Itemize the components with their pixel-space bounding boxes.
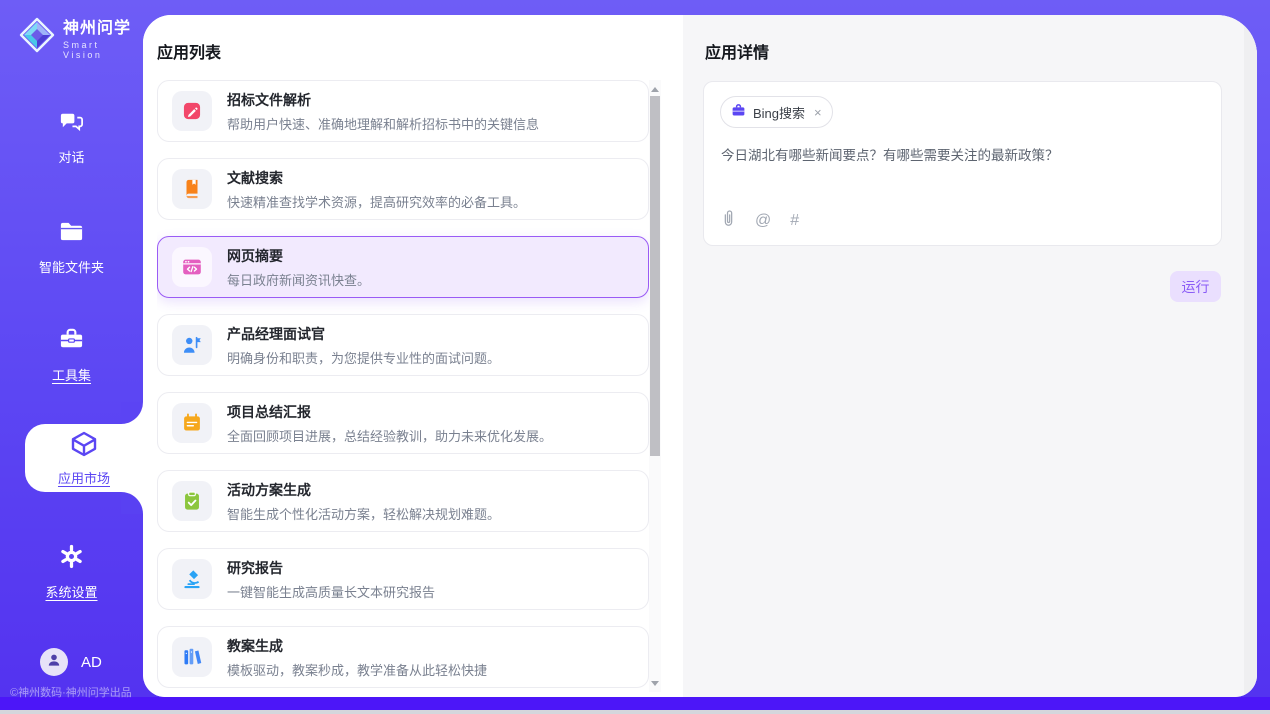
- card-text: 文献搜索 快速精准查找学术资源，提高研究效率的必备工具。: [227, 168, 526, 211]
- cube-icon: [70, 430, 98, 463]
- app-card-pm-interviewer[interactable]: 产品经理面试官 明确身份和职责，为您提供专业性的面试问题。: [157, 314, 649, 376]
- close-icon[interactable]: ×: [814, 105, 822, 120]
- card-text: 网页摘要 每日政府新闻资讯快查。: [227, 246, 370, 289]
- app-card-title: 研究报告: [227, 558, 435, 578]
- card-text: 活动方案生成 智能生成个性化活动方案，轻松解决规划难题。: [227, 480, 500, 523]
- microscope-icon: [172, 559, 212, 599]
- app-card-lesson-plan[interactable]: 教案生成 模板驱动，教案秒成，教学准备从此轻松快捷: [157, 626, 649, 688]
- calendar-icon: [172, 403, 212, 443]
- brand-name: 神州问学: [63, 14, 143, 38]
- copyright-footer: ©神州数码·神州问学出品: [10, 684, 132, 700]
- app-card-bid-parsing[interactable]: 招标文件解析 帮助用户快速、准确地理解和解析招标书中的关键信息: [157, 80, 649, 142]
- card-text: 招标文件解析 帮助用户快速、准确地理解和解析招标书中的关键信息: [227, 90, 539, 133]
- composer-toolbar: @ #: [721, 209, 799, 232]
- sidebar-item-label: 智能文件夹: [39, 257, 104, 276]
- app-card-list: 招标文件解析 帮助用户快速、准确地理解和解析招标书中的关键信息 文献搜索: [157, 80, 649, 692]
- tool-chip-label: Bing搜索: [753, 103, 805, 122]
- paperclip-icon[interactable]: [721, 209, 736, 232]
- bubble-curve-top: [121, 402, 143, 424]
- sidebar-item-settings[interactable]: 系统设置: [0, 543, 143, 601]
- sidebar: 神州问学 Smart Vision 对话 智能文件夹: [0, 0, 143, 714]
- app-card-desc: 全面回顾项目进展，总结经验教训，助力未来优化发展。: [227, 426, 552, 445]
- app-detail-title: 应用详情: [705, 39, 769, 63]
- app-card-desc: 每日政府新闻资讯快查。: [227, 270, 370, 289]
- sidebar-item-app-market-inner: 应用市场: [25, 424, 143, 492]
- query-composer[interactable]: Bing搜索 × 今日湖北有哪些新闻要点？有哪些需要关注的最新政策？ @ #: [703, 81, 1222, 246]
- brand-subtitle: Smart Vision: [63, 40, 143, 60]
- window-bottom-band: [0, 697, 1270, 710]
- browser-code-icon: [172, 247, 212, 287]
- app-card-project-summary[interactable]: 项目总结汇报 全面回顾项目进展，总结经验教训，助力未来优化发展。: [157, 392, 649, 454]
- sidebar-item-label: 应用市场: [58, 468, 110, 487]
- avatar: [40, 648, 68, 676]
- app-card-desc: 模板驱动，教案秒成，教学准备从此轻松快捷: [227, 660, 487, 679]
- screen-edge: [0, 710, 1270, 714]
- card-text: 产品经理面试官 明确身份和职责，为您提供专业性的面试问题。: [227, 324, 500, 367]
- at-icon[interactable]: @: [755, 213, 771, 229]
- main-content: 应用列表 招标文件解析 帮助用户快速、准确地理解和解析招标书中的关键信息: [143, 15, 1257, 697]
- app-card-title: 招标文件解析: [227, 90, 539, 110]
- sidebar-item-label: 工具集: [52, 365, 91, 384]
- list-scrollbar[interactable]: [649, 80, 661, 692]
- app-card-desc: 明确身份和职责，为您提供专业性的面试问题。: [227, 348, 500, 367]
- app-card-desc: 快速精准查找学术资源，提高研究效率的必备工具。: [227, 192, 526, 211]
- folder-icon: [58, 218, 85, 250]
- app-card-research-report[interactable]: 研究报告 一键智能生成高质量长文本研究报告: [157, 548, 649, 610]
- person-icon: [46, 652, 62, 673]
- user-account[interactable]: AD: [40, 648, 102, 676]
- brand-logo: 神州问学 Smart Vision: [18, 14, 143, 60]
- app-detail-panel: 应用详情 Bing搜索 × 今日湖北有哪些新闻要点？有哪些需要关注的最新政策？: [683, 15, 1257, 697]
- app-list-title: 应用列表: [157, 39, 221, 63]
- query-text-input[interactable]: 今日湖北有哪些新闻要点？有哪些需要关注的最新政策？: [721, 146, 1205, 165]
- run-button[interactable]: 运行: [1170, 271, 1221, 302]
- detail-scrollbar-track[interactable]: [1244, 15, 1257, 697]
- scrollbar-thumb[interactable]: [650, 96, 660, 456]
- card-text: 项目总结汇报 全面回顾项目进展，总结经验教训，助力未来优化发展。: [227, 402, 552, 445]
- sidebar-item-smart-folder[interactable]: 智能文件夹: [0, 218, 143, 276]
- gear-icon: [58, 543, 85, 575]
- app-card-desc: 一键智能生成高质量长文本研究报告: [227, 582, 435, 601]
- app-card-desc: 智能生成个性化活动方案，轻松解决规划难题。: [227, 504, 500, 523]
- app-card-desc: 帮助用户快速、准确地理解和解析招标书中的关键信息: [227, 114, 539, 133]
- bubble-curve-bottom: [121, 492, 143, 514]
- pen-square-icon: [172, 91, 212, 131]
- card-text: 研究报告 一键智能生成高质量长文本研究报告: [227, 558, 435, 601]
- app-card-title: 教案生成: [227, 636, 487, 656]
- app-card-title: 活动方案生成: [227, 480, 500, 500]
- sidebar-item-label: 对话: [58, 147, 84, 166]
- app-card-web-summary[interactable]: 网页摘要 每日政府新闻资讯快查。: [157, 236, 649, 298]
- book-icon: [172, 169, 212, 209]
- books-icon: [172, 637, 212, 677]
- card-text: 教案生成 模板驱动，教案秒成，教学准备从此轻松快捷: [227, 636, 487, 679]
- chat-icon: [58, 108, 85, 140]
- scroll-down-icon[interactable]: [649, 676, 661, 690]
- app-card-literature-search[interactable]: 文献搜索 快速精准查找学术资源，提高研究效率的必备工具。: [157, 158, 649, 220]
- diamond-logo-icon: [18, 16, 56, 59]
- tool-chip-bing-search[interactable]: Bing搜索 ×: [720, 96, 833, 128]
- sidebar-item-app-market[interactable]: 应用市场: [25, 424, 143, 492]
- person-flag-icon: [172, 325, 212, 365]
- scroll-up-icon[interactable]: [649, 82, 661, 96]
- briefcase-icon: [731, 103, 746, 121]
- sidebar-item-label: 系统设置: [45, 582, 97, 601]
- app-card-title: 文献搜索: [227, 168, 526, 188]
- app-window: 神州问学 Smart Vision 对话 智能文件夹: [0, 0, 1270, 714]
- sidebar-item-toolset[interactable]: 工具集: [0, 326, 143, 384]
- toolbox-icon: [58, 326, 85, 358]
- app-list-panel: 应用列表 招标文件解析 帮助用户快速、准确地理解和解析招标书中的关键信息: [143, 15, 683, 697]
- app-card-title: 产品经理面试官: [227, 324, 500, 344]
- sidebar-item-chat[interactable]: 对话: [0, 108, 143, 166]
- brand-text: 神州问学 Smart Vision: [63, 14, 143, 60]
- app-card-title: 项目总结汇报: [227, 402, 552, 422]
- app-card-event-plan[interactable]: 活动方案生成 智能生成个性化活动方案，轻松解决规划难题。: [157, 470, 649, 532]
- clipboard-check-icon: [172, 481, 212, 521]
- app-card-title: 网页摘要: [227, 246, 370, 266]
- user-name: AD: [81, 654, 102, 671]
- hash-icon[interactable]: #: [790, 213, 799, 229]
